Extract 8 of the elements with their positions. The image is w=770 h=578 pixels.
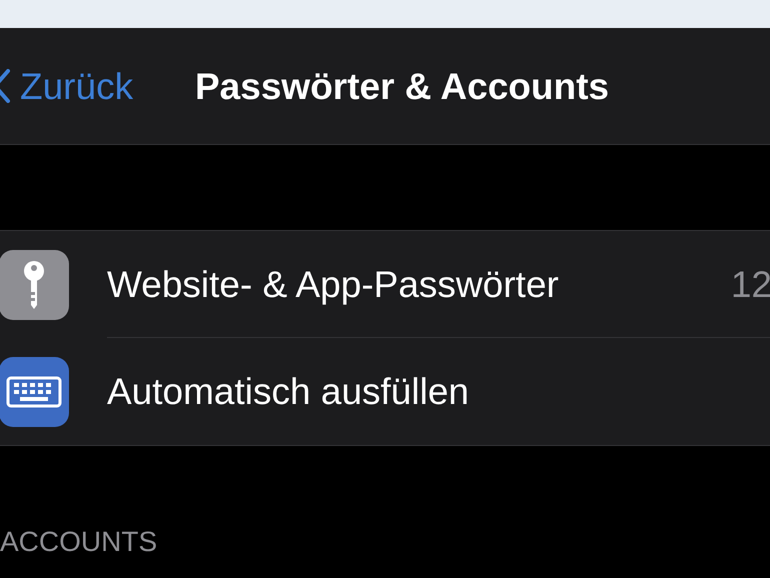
keyboard-icon [0,356,69,426]
nav-title: Passwörter & Accounts [195,68,609,104]
section-header: ACCOUNTS [0,528,158,556]
key-icon [0,250,69,320]
row-label: Website- & App-Passwörter [107,266,559,302]
row-label: Automatisch ausfüllen [107,373,469,410]
back-button[interactable]: Zurück [0,68,134,104]
settings-row[interactable]: Automatisch ausfüllen [0,338,770,445]
